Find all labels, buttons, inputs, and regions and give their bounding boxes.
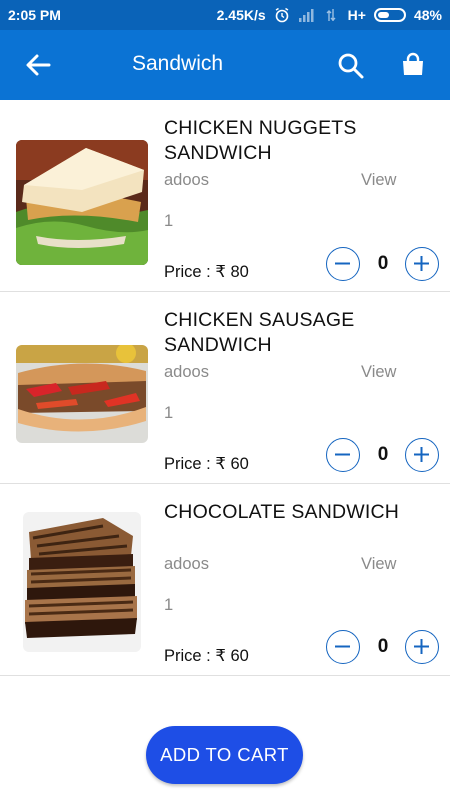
- quantity-count: 0: [377, 636, 389, 657]
- search-icon: [338, 53, 364, 79]
- arrow-left-icon: [26, 54, 51, 76]
- product-brand: adoos: [164, 363, 209, 381]
- battery-percent: 48%: [413, 7, 442, 23]
- currency-symbol: ₹: [215, 455, 226, 473]
- product-name-line2: SANDWICH: [164, 142, 272, 164]
- product-row: CHICKEN SAUSAGE SANDWICH adoos View 1 Pr…: [0, 292, 450, 484]
- minus-icon: [335, 453, 350, 456]
- price-label: Price :: [164, 647, 216, 665]
- product-quantity: 1: [164, 596, 174, 614]
- plus-icon: [414, 639, 429, 654]
- product-image: [16, 140, 148, 265]
- view-link[interactable]: View: [361, 555, 396, 574]
- page-title: Sandwich: [132, 52, 224, 75]
- product-name-line2: SANDWICH: [164, 334, 272, 356]
- product-name-line1: CHICKEN SAUSAGE: [164, 309, 355, 331]
- currency-symbol: ₹: [215, 647, 226, 665]
- network-type: H+: [347, 7, 366, 23]
- view-link[interactable]: View: [361, 363, 396, 382]
- signal-2-icon: [326, 9, 336, 21]
- price-value: 60: [230, 647, 249, 665]
- minus-icon: [335, 645, 350, 648]
- quantity-count: 0: [377, 444, 389, 465]
- product-price: Price : ₹ 60: [164, 646, 249, 666]
- alarm-icon: [275, 7, 289, 23]
- battery-icon: [373, 8, 406, 22]
- price-value: 60: [230, 455, 249, 473]
- back-button[interactable]: [22, 49, 54, 81]
- minus-icon: [335, 262, 350, 265]
- price-label: Price :: [164, 455, 216, 473]
- plus-icon: [414, 256, 429, 271]
- status-bar: 2:05 PM 2.45K/s H+ 48%: [0, 0, 450, 30]
- app-bar: Sandwich: [0, 30, 450, 100]
- increment-button[interactable]: [405, 630, 439, 664]
- search-button[interactable]: [336, 51, 366, 81]
- network-speed: 2.45K/s: [216, 7, 266, 23]
- product-name-line1: CHOCOLATE SANDWICH: [164, 501, 400, 523]
- plus-icon: [414, 447, 429, 462]
- product-row: CHICKEN NUGGETS SANDWICH adoos View 1 Pr…: [0, 100, 450, 292]
- view-link[interactable]: View: [361, 171, 396, 190]
- product-brand: adoos: [164, 555, 209, 573]
- signal-icon: [298, 9, 314, 22]
- add-to-cart-button[interactable]: ADD TO CART: [146, 726, 303, 784]
- currency-symbol: ₹: [215, 263, 226, 281]
- quantity-count: 0: [377, 253, 389, 274]
- product-list: CHICKEN NUGGETS SANDWICH adoos View 1 Pr…: [0, 100, 450, 676]
- status-indicators: 2.45K/s H+ 48%: [217, 7, 442, 23]
- status-time: 2:05 PM: [8, 7, 61, 23]
- product-image: [16, 345, 148, 443]
- increment-button[interactable]: [405, 438, 439, 472]
- product-name: CHICKEN NUGGETS SANDWICH: [164, 116, 434, 166]
- increment-button[interactable]: [405, 247, 439, 281]
- decrement-button[interactable]: [326, 438, 360, 472]
- product-brand: adoos: [164, 171, 209, 189]
- shopping-bag-icon: [403, 52, 423, 75]
- product-image: [23, 512, 141, 652]
- product-name: CHICKEN SAUSAGE SANDWICH: [164, 308, 434, 358]
- product-price: Price : ₹ 80: [164, 262, 249, 282]
- price-label: Price :: [164, 263, 216, 281]
- product-quantity: 1: [164, 404, 174, 422]
- product-name-line1: CHICKEN NUGGETS: [164, 117, 357, 139]
- cart-bag-button[interactable]: [398, 50, 428, 80]
- product-row: CHOCOLATE SANDWICH adoos View 1 Price : …: [0, 484, 450, 676]
- decrement-button[interactable]: [326, 630, 360, 664]
- product-price: Price : ₹ 60: [164, 454, 249, 474]
- decrement-button[interactable]: [326, 247, 360, 281]
- product-name: CHOCOLATE SANDWICH: [164, 500, 434, 525]
- product-quantity: 1: [164, 212, 174, 230]
- price-value: 80: [230, 263, 249, 281]
